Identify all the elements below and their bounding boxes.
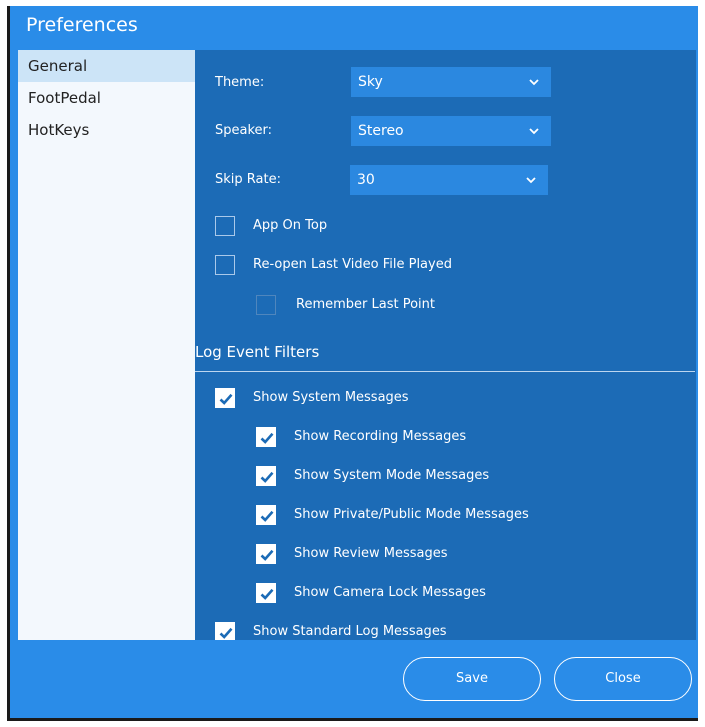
remember-last-point-checkbox[interactable] bbox=[256, 295, 276, 315]
checkmark-icon bbox=[260, 510, 274, 522]
theme-label: Theme: bbox=[215, 75, 265, 90]
reopen-last-video-checkbox[interactable] bbox=[215, 255, 235, 275]
chevron-down-icon bbox=[524, 165, 538, 195]
sidebar: General FootPedal HotKeys bbox=[18, 50, 195, 640]
speaker-label: Speaker: bbox=[215, 123, 273, 138]
skip-rate-dropdown[interactable]: 30 bbox=[350, 165, 548, 195]
system-messages-label: Show System Messages bbox=[253, 390, 409, 405]
speaker-dropdown[interactable]: Stereo bbox=[351, 116, 551, 146]
close-button[interactable]: Close bbox=[554, 657, 692, 701]
app-on-top-label: App On Top bbox=[253, 218, 328, 233]
reopen-last-video-label: Re-open Last Video File Played bbox=[253, 257, 452, 272]
camera-lock-messages-checkbox[interactable] bbox=[256, 583, 276, 603]
theme-value: Sky bbox=[358, 74, 383, 90]
remember-last-point-label: Remember Last Point bbox=[296, 297, 435, 312]
recording-messages-label: Show Recording Messages bbox=[294, 429, 467, 444]
review-messages-checkbox[interactable] bbox=[256, 544, 276, 564]
checkmark-icon bbox=[260, 549, 274, 561]
standard-log-messages-label: Show Standard Log Messages bbox=[253, 624, 447, 639]
private-public-messages-checkbox[interactable] bbox=[256, 505, 276, 525]
general-settings-panel: Theme: Sky Speaker: Stereo Skip Rate: 30… bbox=[195, 50, 696, 640]
skip-rate-label: Skip Rate: bbox=[215, 172, 281, 187]
standard-log-messages-checkbox[interactable] bbox=[215, 622, 235, 640]
preferences-window: Preferences General FootPedal HotKeys Th… bbox=[7, 6, 698, 721]
checkmark-icon bbox=[260, 471, 274, 483]
checkmark-icon bbox=[260, 432, 274, 444]
system-mode-messages-label: Show System Mode Messages bbox=[294, 468, 490, 483]
chevron-down-icon bbox=[527, 67, 541, 97]
section-divider bbox=[195, 371, 695, 372]
sidebar-item-general[interactable]: General bbox=[18, 50, 195, 82]
save-button[interactable]: Save bbox=[403, 657, 541, 701]
window-title: Preferences bbox=[26, 14, 138, 36]
sidebar-item-hotkeys[interactable]: HotKeys bbox=[18, 114, 195, 146]
camera-lock-messages-label: Show Camera Lock Messages bbox=[294, 585, 486, 600]
recording-messages-checkbox[interactable] bbox=[256, 427, 276, 447]
review-messages-label: Show Review Messages bbox=[294, 546, 448, 561]
system-mode-messages-checkbox[interactable] bbox=[256, 466, 276, 486]
speaker-value: Stereo bbox=[358, 123, 404, 139]
skip-rate-value: 30 bbox=[357, 172, 375, 188]
checkmark-icon bbox=[260, 588, 274, 600]
chevron-down-icon bbox=[527, 116, 541, 146]
sidebar-item-footpedal[interactable]: FootPedal bbox=[18, 82, 195, 114]
log-event-filters-heading: Log Event Filters bbox=[195, 343, 320, 361]
app-on-top-checkbox[interactable] bbox=[215, 216, 235, 236]
system-messages-checkbox[interactable] bbox=[215, 388, 235, 408]
theme-dropdown[interactable]: Sky bbox=[351, 67, 551, 97]
private-public-messages-label: Show Private/Public Mode Messages bbox=[294, 507, 529, 522]
checkmark-icon bbox=[219, 627, 233, 639]
checkmark-icon bbox=[219, 393, 233, 405]
